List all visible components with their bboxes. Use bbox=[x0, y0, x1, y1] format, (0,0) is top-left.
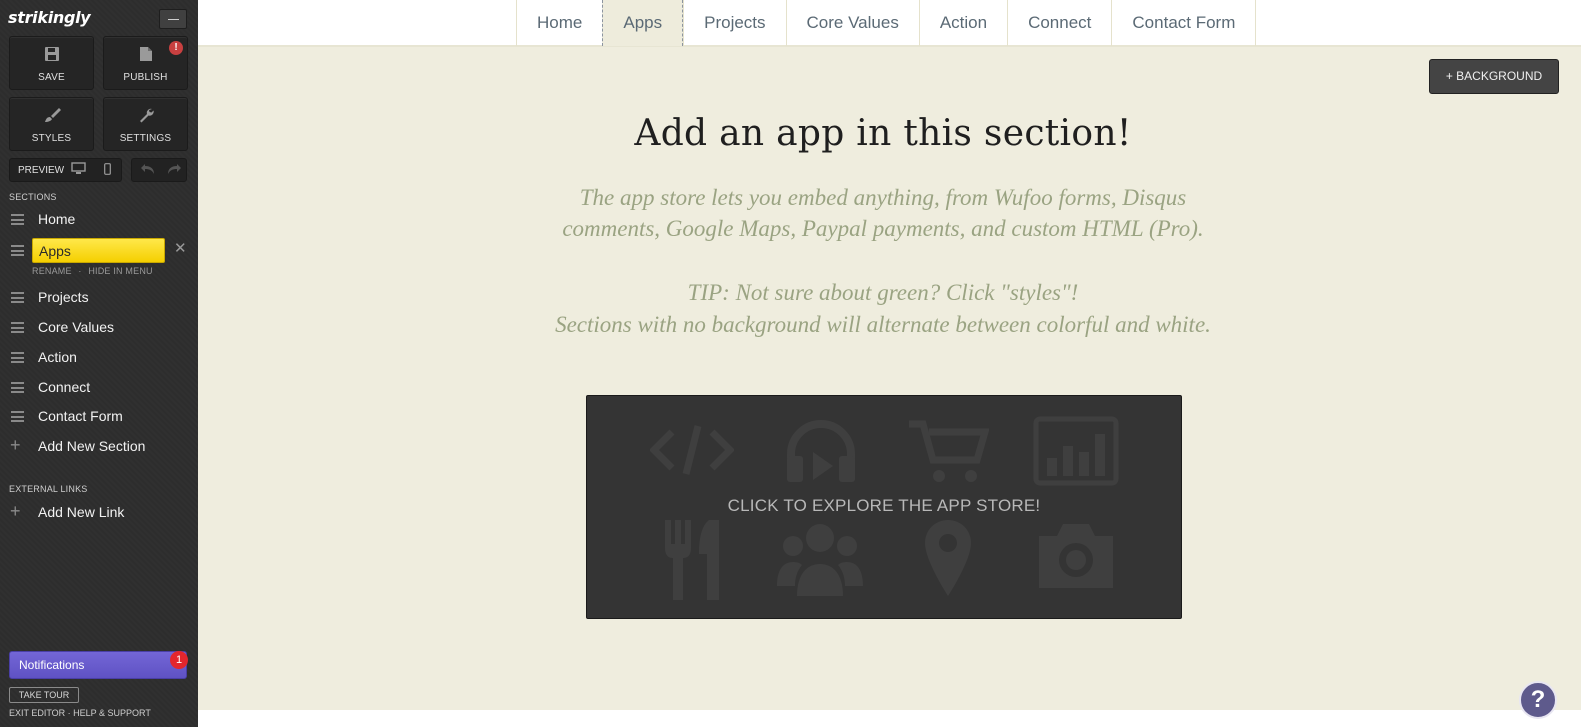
app-store-placeholder[interactable]: CLICK TO EXPLORE THE APP STORE! bbox=[586, 395, 1182, 619]
sidebar-item-label: Action bbox=[38, 349, 77, 365]
shopping-cart-icon bbox=[909, 420, 989, 482]
camera-icon bbox=[1039, 524, 1113, 588]
preview-toggle[interactable]: PREVIEW bbox=[9, 158, 122, 182]
section-description-line-2[interactable]: comments, Google Maps, Paypal payments, … bbox=[198, 213, 1568, 244]
drag-handle-icon[interactable] bbox=[11, 245, 24, 256]
external-links-heading: EXTERNAL LINKS bbox=[9, 484, 88, 494]
nav-item-contact-form[interactable]: Contact Form bbox=[1111, 0, 1257, 46]
drag-handle-icon[interactable] bbox=[11, 292, 24, 303]
map-pin-icon bbox=[925, 520, 971, 596]
sidebar-item-label: Apps bbox=[39, 243, 71, 259]
plus-icon: + bbox=[10, 501, 21, 521]
nav-item-projects[interactable]: Projects bbox=[683, 0, 785, 46]
site-canvas: Home Apps Projects Core Values Action Co… bbox=[198, 0, 1581, 727]
publish-button[interactable]: ! PUBLISH bbox=[103, 36, 188, 90]
drag-handle-icon[interactable] bbox=[11, 352, 24, 363]
plus-icon: + bbox=[10, 435, 21, 455]
sidebar-item-apps[interactable]: Apps bbox=[32, 238, 165, 263]
nav-item-core-values[interactable]: Core Values bbox=[785, 0, 919, 46]
mobile-icon[interactable] bbox=[104, 163, 111, 178]
sidebar-item-label: Core Values bbox=[38, 319, 115, 335]
add-background-button[interactable]: + BACKGROUND bbox=[1429, 59, 1559, 94]
next-section-edge bbox=[198, 710, 1581, 727]
tip-line-1[interactable]: TIP: Not sure about green? Click "styles… bbox=[198, 277, 1568, 308]
site-top-navigation: Home Apps Projects Core Values Action Co… bbox=[198, 0, 1581, 47]
separator-dot: · bbox=[78, 266, 82, 276]
settings-label: SETTINGS bbox=[119, 133, 172, 144]
add-link-label: Add New Link bbox=[38, 504, 125, 520]
nav-item-home[interactable]: Home bbox=[516, 0, 602, 46]
users-icon bbox=[777, 524, 863, 596]
publish-alert-badge: ! bbox=[169, 41, 183, 55]
hide-in-menu-link[interactable]: HIDE IN MENU bbox=[88, 266, 152, 276]
delete-section-icon[interactable]: ✕ bbox=[174, 239, 187, 257]
wrench-icon bbox=[104, 107, 187, 128]
exit-help-links[interactable]: EXIT EDITOR · HELP & SUPPORT bbox=[9, 708, 151, 718]
add-new-link-button[interactable]: + Add New Link bbox=[0, 501, 198, 525]
drag-handle-icon[interactable] bbox=[11, 382, 24, 393]
drag-handle-icon[interactable] bbox=[11, 411, 24, 422]
notifications-button[interactable]: Notifications bbox=[9, 651, 187, 679]
publish-label: PUBLISH bbox=[123, 72, 168, 83]
drag-handle-icon[interactable] bbox=[11, 214, 24, 225]
undo-icon[interactable] bbox=[140, 162, 156, 179]
sidebar-item-label: Contact Form bbox=[38, 408, 123, 424]
fork-knife-icon bbox=[665, 520, 719, 600]
undo-redo-group bbox=[131, 158, 187, 182]
section-description-line-1[interactable]: The app store lets you embed anything, f… bbox=[198, 182, 1568, 213]
sidebar-item-action[interactable]: Action bbox=[0, 346, 198, 370]
sidebar-item-label: Projects bbox=[38, 289, 89, 305]
strikingly-logo: strikingly bbox=[8, 8, 91, 27]
collapse-sidebar-button[interactable] bbox=[159, 9, 187, 29]
add-section-label: Add New Section bbox=[38, 438, 146, 454]
preview-label: PREVIEW bbox=[18, 165, 65, 176]
sections-heading: SECTIONS bbox=[9, 192, 57, 202]
save-button[interactable]: SAVE bbox=[9, 36, 94, 90]
sidebar-item-label: Home bbox=[38, 211, 76, 227]
nav-item-action[interactable]: Action bbox=[918, 0, 1007, 46]
bar-chart-icon bbox=[1033, 416, 1119, 486]
nav-item-apps[interactable]: Apps bbox=[602, 0, 684, 46]
take-tour-button[interactable]: TAKE TOUR bbox=[9, 687, 79, 703]
active-section-actions: RENAME · HIDE IN MENU bbox=[32, 266, 157, 276]
nav-menu: Home Apps Projects Core Values Action Co… bbox=[516, 0, 1257, 46]
sidebar-item-core-values[interactable]: Core Values bbox=[0, 316, 198, 340]
tip-line-2[interactable]: Sections with no background will alterna… bbox=[198, 309, 1568, 340]
notifications-count-badge: 1 bbox=[170, 651, 188, 669]
redo-icon[interactable] bbox=[166, 162, 182, 179]
sidebar-item-connect[interactable]: Connect bbox=[0, 376, 198, 400]
paintbrush-icon bbox=[10, 107, 93, 128]
app-store-cta: CLICK TO EXPLORE THE APP STORE! bbox=[727, 496, 1041, 515]
drag-handle-icon[interactable] bbox=[11, 322, 24, 333]
headphones-icon bbox=[787, 420, 855, 482]
code-icon bbox=[650, 425, 734, 475]
add-new-section-button[interactable]: + Add New Section bbox=[0, 435, 198, 459]
help-question-button[interactable]: ? bbox=[1519, 681, 1557, 719]
editor-sidebar: strikingly SAVE ! PUBLISH STYLES SETTING… bbox=[0, 0, 198, 727]
settings-button[interactable]: SETTINGS bbox=[103, 97, 188, 151]
styles-button[interactable]: STYLES bbox=[9, 97, 94, 151]
section-title[interactable]: Add an app in this section! bbox=[198, 113, 1568, 154]
sidebar-item-home[interactable]: Home bbox=[0, 208, 198, 232]
styles-label: STYLES bbox=[31, 133, 72, 144]
floppy-disk-icon bbox=[10, 46, 93, 67]
sidebar-item-projects[interactable]: Projects bbox=[0, 286, 198, 310]
sidebar-item-label: Connect bbox=[38, 379, 91, 395]
desktop-icon[interactable] bbox=[71, 162, 86, 178]
notifications-label: Notifications bbox=[19, 658, 85, 672]
save-label: SAVE bbox=[38, 72, 65, 83]
apps-section: + BACKGROUND Add an app in this section!… bbox=[198, 47, 1581, 710]
sidebar-item-contact-form[interactable]: Contact Form bbox=[0, 405, 198, 429]
rename-link[interactable]: RENAME bbox=[32, 266, 72, 276]
nav-item-connect[interactable]: Connect bbox=[1007, 0, 1111, 46]
